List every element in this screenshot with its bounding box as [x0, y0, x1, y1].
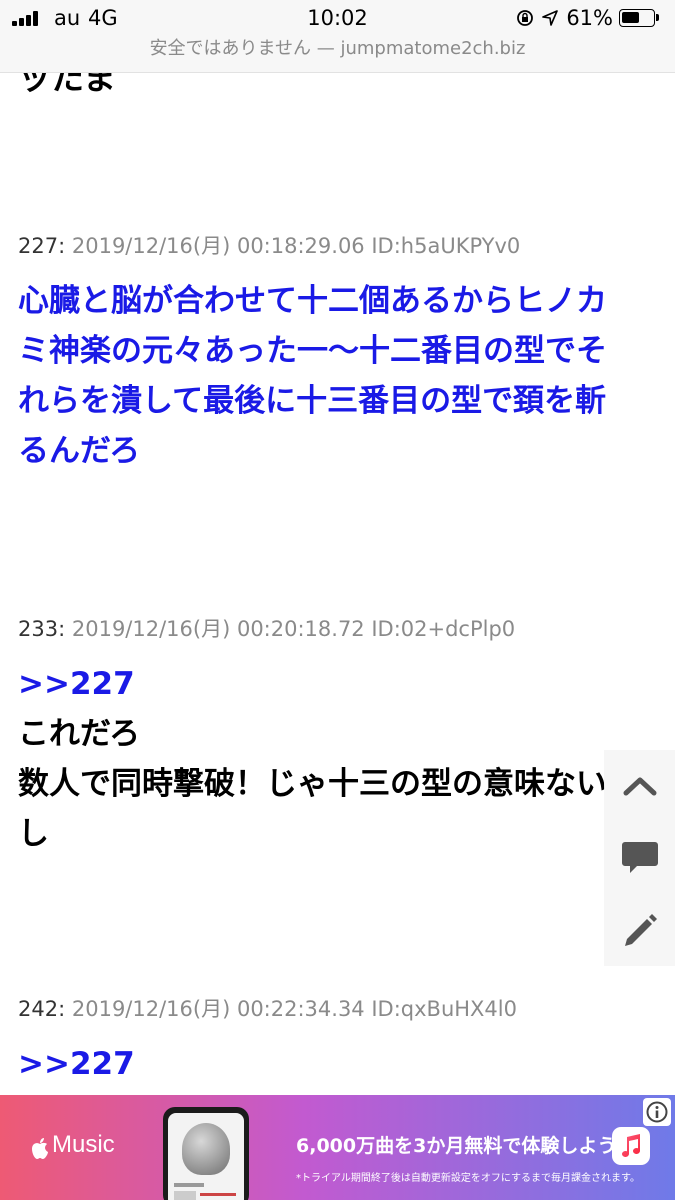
- post-number: 233:: [18, 617, 66, 641]
- chevron-up-icon: [623, 777, 656, 796]
- ad-brand: Music: [52, 1131, 115, 1158]
- battery-percent: 61%: [566, 6, 613, 30]
- post-header: 233: 2019/12/16(月) 00:20:18.72 ID:02+dcP…: [18, 613, 515, 643]
- scroll-top-button[interactable]: [604, 750, 675, 822]
- floating-toolbar: [604, 750, 675, 966]
- post-line: るんだろ: [18, 433, 141, 469]
- post-meta: 2019/12/16(月) 00:22:34.34 ID:qxBuHX4l0: [71, 997, 517, 1021]
- post-header: 242: 2019/12/16(月) 00:22:34.34 ID:qxBuHX…: [18, 993, 517, 1023]
- url-bar[interactable]: 安全ではありません — jumpmatome2ch.biz: [0, 36, 675, 73]
- reply-anchor-link[interactable]: >>227: [18, 1039, 638, 1089]
- status-bar: au 4G 10:02 61%: [0, 0, 675, 36]
- post-meta: 2019/12/16(月) 00:20:18.72 ID:02+dcPlp0: [71, 617, 516, 641]
- rotation-lock-icon: [517, 10, 534, 26]
- previous-post-tail: ッたま: [18, 73, 117, 97]
- comment-button[interactable]: [604, 822, 675, 894]
- post-meta: 2019/12/16(月) 00:18:29.06 ID:h5aUKPYv0: [71, 234, 521, 258]
- post-body: >>227 これだろ 数人で同時撃破！じゃ十三の型の意味ない し: [18, 659, 638, 859]
- location-arrow-icon: [542, 10, 559, 26]
- post-number: 242:: [18, 997, 66, 1021]
- post-line: 心臓と脳が合わせて十二個あるからヒノカ: [18, 283, 607, 319]
- battery-icon: [619, 9, 659, 27]
- post-header: 227: 2019/12/16(月) 00:18:29.06 ID:h5aUKP…: [18, 230, 520, 260]
- status-icons: 61%: [516, 6, 659, 30]
- post-line: ミ神楽の元々あった一～十二番目の型でそ: [18, 333, 607, 369]
- post-line: 数人で同時撃破！じゃ十三の型の意味ない: [18, 766, 607, 802]
- post-line: れらを潰して最後に十三番目の型で頚を斬: [18, 383, 607, 419]
- ad-disclaimer: *トライアル期間終了後は自動更新設定をオフにするまで毎月課金されます。: [296, 1173, 640, 1184]
- thread-content: ッたま 227: 2019/12/16(月) 00:18:29.06 ID:h5…: [0, 73, 675, 1095]
- post-number: 227:: [18, 234, 66, 258]
- post-line: し: [18, 816, 49, 852]
- ad-headline: 6,000万曲を3か月無料で体験しよう。: [296, 1135, 635, 1157]
- reply-anchor-link[interactable]: >>227: [18, 659, 638, 709]
- post-body: >>227: [18, 1039, 638, 1089]
- pencil-icon: [624, 914, 657, 946]
- ad-info-icon[interactable]: [643, 1098, 671, 1126]
- ad-banner[interactable]: Music 6,000万曲を3か月無料で体験しよう。 *トライアル期間終了後は自…: [0, 1095, 675, 1200]
- post-line: これだろ: [18, 716, 141, 752]
- post-body: 心臓と脳が合わせて十二個あるからヒノカ ミ神楽の元々あった一～十二番目の型でそ …: [18, 276, 638, 476]
- write-post-button[interactable]: [604, 894, 675, 966]
- music-app-icon: [612, 1127, 650, 1165]
- phone-image: [163, 1107, 249, 1200]
- apple-logo-icon: [32, 1138, 48, 1159]
- comment-icon: [621, 842, 658, 873]
